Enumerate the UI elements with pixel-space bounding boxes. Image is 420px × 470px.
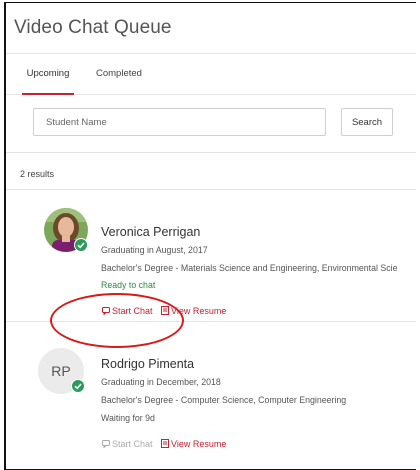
tab-completed[interactable]: Completed xyxy=(96,54,142,94)
start-chat-button[interactable]: Start Chat xyxy=(102,306,153,317)
degree-info: Bachelor's Degree - Materials Science an… xyxy=(101,263,398,273)
divider xyxy=(6,152,416,153)
student-avatar-photo xyxy=(44,208,88,252)
card-actions: Start Chat View Resume xyxy=(102,439,232,450)
student-name[interactable]: Veronica Perrigan xyxy=(101,225,200,239)
chat-bubble-icon xyxy=(102,307,110,317)
divider xyxy=(6,321,416,322)
view-resume-link[interactable]: View Resume xyxy=(161,306,226,317)
graduation-date: Graduating in August, 2017 xyxy=(101,245,208,255)
video-chat-queue-panel: Video Chat Queue Upcoming Completed Sear… xyxy=(4,2,416,470)
chat-status: Ready to chat xyxy=(101,280,156,290)
document-icon xyxy=(161,306,170,317)
page-title: Video Chat Queue xyxy=(14,17,172,38)
chat-status: Waiting for 9d xyxy=(101,413,155,423)
results-count: 2 results xyxy=(20,169,55,179)
student-name[interactable]: Rodrigo Pimenta xyxy=(101,357,194,371)
student-name-search-input[interactable] xyxy=(33,108,326,136)
chat-bubble-icon xyxy=(102,440,110,450)
divider xyxy=(6,189,416,190)
tab-upcoming[interactable]: Upcoming xyxy=(22,54,74,95)
graduation-date: Graduating in December, 2018 xyxy=(101,377,221,387)
view-resume-label: View Resume xyxy=(171,439,227,449)
start-chat-label: Start Chat xyxy=(112,306,153,316)
tab-bar: Upcoming Completed xyxy=(6,53,416,95)
online-check-icon xyxy=(74,238,88,252)
start-chat-label: Start Chat xyxy=(112,439,153,449)
document-icon xyxy=(161,439,170,450)
view-resume-link[interactable]: View Resume xyxy=(161,439,226,450)
degree-info: Bachelor's Degree - Computer Science, Co… xyxy=(101,395,347,405)
online-check-icon xyxy=(71,379,85,393)
start-chat-button[interactable]: Start Chat xyxy=(102,439,153,450)
card-actions: Start Chat View Resume xyxy=(102,306,232,317)
view-resume-label: View Resume xyxy=(171,306,227,316)
search-button[interactable]: Search xyxy=(341,108,393,136)
